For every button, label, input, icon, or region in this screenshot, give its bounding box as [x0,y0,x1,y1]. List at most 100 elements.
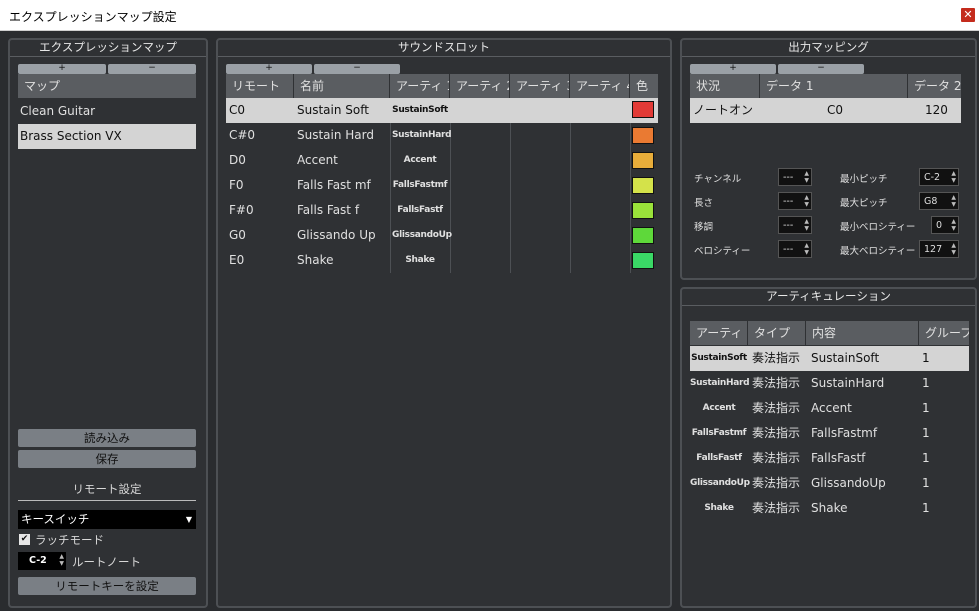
add-slot-button[interactable]: + [226,64,312,74]
slot-art1: FallsFastmf [392,180,448,190]
slot-name: Sustain Soft [297,103,369,117]
remove-map-button[interactable]: − [108,64,196,74]
stepper-arrows-icon: ▲ ▼ [951,242,956,256]
load-button[interactable]: 読み込み [18,429,196,447]
slot-art1: Shake [405,255,435,265]
channel-stepper[interactable]: --- ▲ ▼ [778,168,812,186]
min-pitch-stepper[interactable]: C-2 ▲ ▼ [919,168,959,186]
articulation-type: 奏法指示 [752,426,801,440]
sound-slot-panel: サウンドスロット + − リモート 名前 アーティ 1 アーティ 2 アーティ … [216,38,672,608]
articulation-row[interactable]: FallsFastf 奏法指示 FallsFastf 1 [690,446,969,471]
slot-remote: G0 [229,228,246,242]
col-color[interactable]: 色 [630,74,658,98]
output-data1: C0 [827,103,844,117]
col-art1[interactable]: アーティ 1 [390,74,450,98]
output-mapping-header: 状況 データ 1 データ 2 [690,74,961,98]
sound-slot-row[interactable]: E0 Shake Shake [226,248,658,273]
articulation-group: 1 [922,501,930,515]
slot-name: Shake [297,253,334,267]
sound-slot-row[interactable]: C#0 Sustain Hard SustainHard [226,123,658,148]
slot-color-swatch[interactable] [632,127,654,144]
col-content[interactable]: 内容 [806,321,919,345]
sound-slot-row[interactable]: D0 Accent Accent [226,148,658,173]
col-data2[interactable]: データ 2 [908,74,961,98]
slot-color-swatch[interactable] [632,252,654,269]
col-data1[interactable]: データ 1 [760,74,908,98]
articulation-row[interactable]: SustainHard 奏法指示 SustainHard 1 [690,371,969,396]
slot-name: Accent [297,153,338,167]
slot-remote: C0 [229,103,246,117]
col-art3[interactable]: アーティ 3 [510,74,570,98]
map-item[interactable]: Clean Guitar [18,99,196,124]
set-remote-key-button[interactable]: リモートキーを設定 [18,577,196,595]
map-panel: エクスプレッションマップ + − マップ Clean Guitar Brass … [8,38,208,608]
col-status[interactable]: 状況 [690,74,760,98]
slot-name: Sustain Hard [297,128,375,142]
articulation-type: 奏法指示 [752,351,801,365]
slot-color-swatch[interactable] [632,101,654,118]
slot-art1: SustainHard [392,130,452,140]
slot-name: Falls Fast f [297,203,360,217]
col-remote[interactable]: リモート [226,74,294,98]
articulation-type: 奏法指示 [752,376,801,390]
sound-slot-row[interactable]: F#0 Falls Fast f FallsFastf [226,198,658,223]
slot-color-swatch[interactable] [632,227,654,244]
remote-type-select[interactable]: キースイッチ ▼ [18,510,196,529]
min-pitch-label: 最小ピッチ [840,174,888,185]
map-list-header: マップ [18,74,196,98]
slot-color-swatch[interactable] [632,177,654,194]
save-button[interactable]: 保存 [18,450,196,468]
max-velocity-stepper[interactable]: 127 ▲ ▼ [919,240,959,258]
slot-remote: D0 [229,153,246,167]
output-mapping-row[interactable]: ノートオン C0 120 [690,98,961,123]
sound-slot-row[interactable]: G0 Glissando Up GlissandoUp [226,223,658,248]
transpose-stepper[interactable]: --- ▲ ▼ [778,216,812,234]
slot-art1: GlissandoUp [392,230,452,240]
output-mapping-panel: 出力マッピング + − 状況 データ 1 データ 2 ノートオン C0 120 … [680,38,977,280]
sound-slot-row[interactable]: C0 Sustain Soft SustainSoft [226,98,658,123]
articulation-row[interactable]: FallsFastmf 奏法指示 FallsFastmf 1 [690,421,969,446]
slot-remote: E0 [229,253,245,267]
add-output-button[interactable]: + [690,64,776,74]
stepper-arrows-icon: ▲ ▼ [804,218,809,232]
articulation-type: 奏法指示 [752,401,801,415]
slot-color-swatch[interactable] [632,202,654,219]
root-note-stepper[interactable]: C-2 ▲ ▼ [18,552,66,570]
latch-mode-checkbox[interactable]: ✔ [19,534,30,545]
max-pitch-stepper[interactable]: G8 ▲ ▼ [919,192,959,210]
output-data2: 120 [925,103,948,117]
articulation-group: 1 [922,451,930,465]
articulation-art: FallsFastf [696,453,742,463]
col-group[interactable]: グループ [919,321,969,345]
articulation-row[interactable]: Shake 奏法指示 Shake 1 [690,496,969,521]
col-art4[interactable]: アーティ 4 [570,74,630,98]
output-mapping-title: 出力マッピング [682,40,975,57]
transpose-label: 移調 [694,222,714,233]
col-art[interactable]: アーティ [690,321,748,345]
articulation-content: Accent [811,401,852,415]
length-stepper[interactable]: --- ▲ ▼ [778,192,812,210]
remove-output-button[interactable]: − [778,64,864,74]
close-icon[interactable]: ✕ [961,8,975,22]
articulation-art: Shake [704,503,734,513]
map-item[interactable]: Brass Section VX [18,124,196,149]
min-velocity-stepper[interactable]: 0 ▲ ▼ [931,216,959,234]
output-status: ノートオン [693,103,754,117]
articulation-content: SustainSoft [811,351,880,365]
slot-color-swatch[interactable] [632,152,654,169]
col-name[interactable]: 名前 [294,74,390,98]
articulation-row[interactable]: GlissandoUp 奏法指示 GlissandoUp 1 [690,471,969,496]
map-panel-title: エクスプレッションマップ [10,40,206,57]
articulation-group: 1 [922,401,930,415]
velocity-stepper[interactable]: --- ▲ ▼ [778,240,812,258]
articulation-row[interactable]: Accent 奏法指示 Accent 1 [690,396,969,421]
remove-slot-button[interactable]: − [314,64,400,74]
col-art2[interactable]: アーティ 2 [450,74,510,98]
articulation-content: FallsFastmf [811,426,878,440]
add-map-button[interactable]: + [18,64,106,74]
sound-slot-row[interactable]: F0 Falls Fast mf FallsFastmf [226,173,658,198]
articulation-content: GlissandoUp [811,476,886,490]
slot-remote: C#0 [229,128,256,142]
articulation-row[interactable]: SustainSoft 奏法指示 SustainSoft 1 [690,346,969,371]
col-type[interactable]: タイプ [748,321,806,345]
